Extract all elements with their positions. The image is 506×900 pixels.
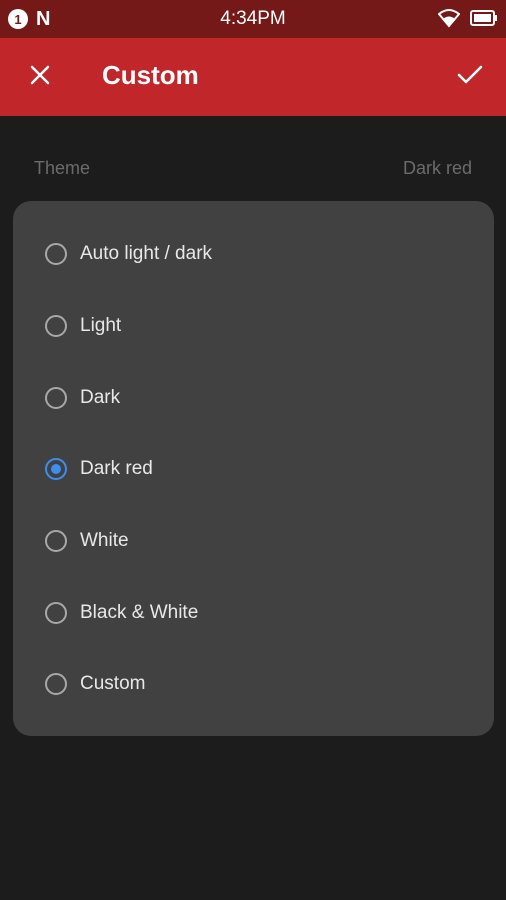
- radio-button[interactable]: [45, 243, 67, 265]
- option-label: Dark: [80, 387, 121, 408]
- option-label: Light: [80, 315, 122, 336]
- option-label: White: [80, 530, 129, 551]
- radio-button[interactable]: [45, 387, 67, 409]
- radio-button[interactable]: [45, 530, 67, 552]
- close-button[interactable]: [20, 57, 60, 97]
- option-dark-red[interactable]: Dark red: [13, 439, 494, 499]
- page-title: Custom: [102, 60, 199, 90]
- theme-setting-row[interactable]: Theme Dark red: [34, 158, 472, 184]
- check-icon: [456, 64, 484, 91]
- option-custom[interactable]: Custom: [13, 654, 494, 714]
- battery-icon: [470, 9, 498, 32]
- option-auto-light-dark[interactable]: Auto light / dark: [13, 224, 494, 284]
- option-light[interactable]: Light: [13, 296, 494, 356]
- wifi-icon: [437, 8, 461, 33]
- option-label: Black & White: [80, 602, 199, 623]
- confirm-button[interactable]: [450, 57, 490, 97]
- option-black-white[interactable]: Black & White: [13, 583, 494, 643]
- theme-dialog: Auto light / dark Light Dark Dark red Wh…: [13, 201, 494, 736]
- radio-button[interactable]: [45, 602, 67, 624]
- option-label: Auto light / dark: [80, 243, 213, 264]
- radio-button[interactable]: [45, 673, 67, 695]
- theme-label: Theme: [34, 158, 91, 178]
- option-label: Custom: [80, 673, 146, 694]
- option-dark[interactable]: Dark: [13, 368, 494, 428]
- app-bar: Custom: [0, 38, 506, 116]
- radio-button-selected[interactable]: [45, 458, 67, 480]
- status-time: 4:34PM: [220, 8, 286, 29]
- close-icon: [29, 64, 51, 91]
- option-white[interactable]: White: [13, 511, 494, 571]
- radio-button[interactable]: [45, 315, 67, 337]
- screen: 1 N 4:34PM Custom Theme Dark red Auto li…: [0, 0, 506, 900]
- theme-value: Dark red: [402, 158, 472, 178]
- option-label: Dark red: [80, 458, 153, 479]
- status-bar: 1 N 4:34PM: [0, 0, 506, 38]
- status-right: [437, 8, 498, 33]
